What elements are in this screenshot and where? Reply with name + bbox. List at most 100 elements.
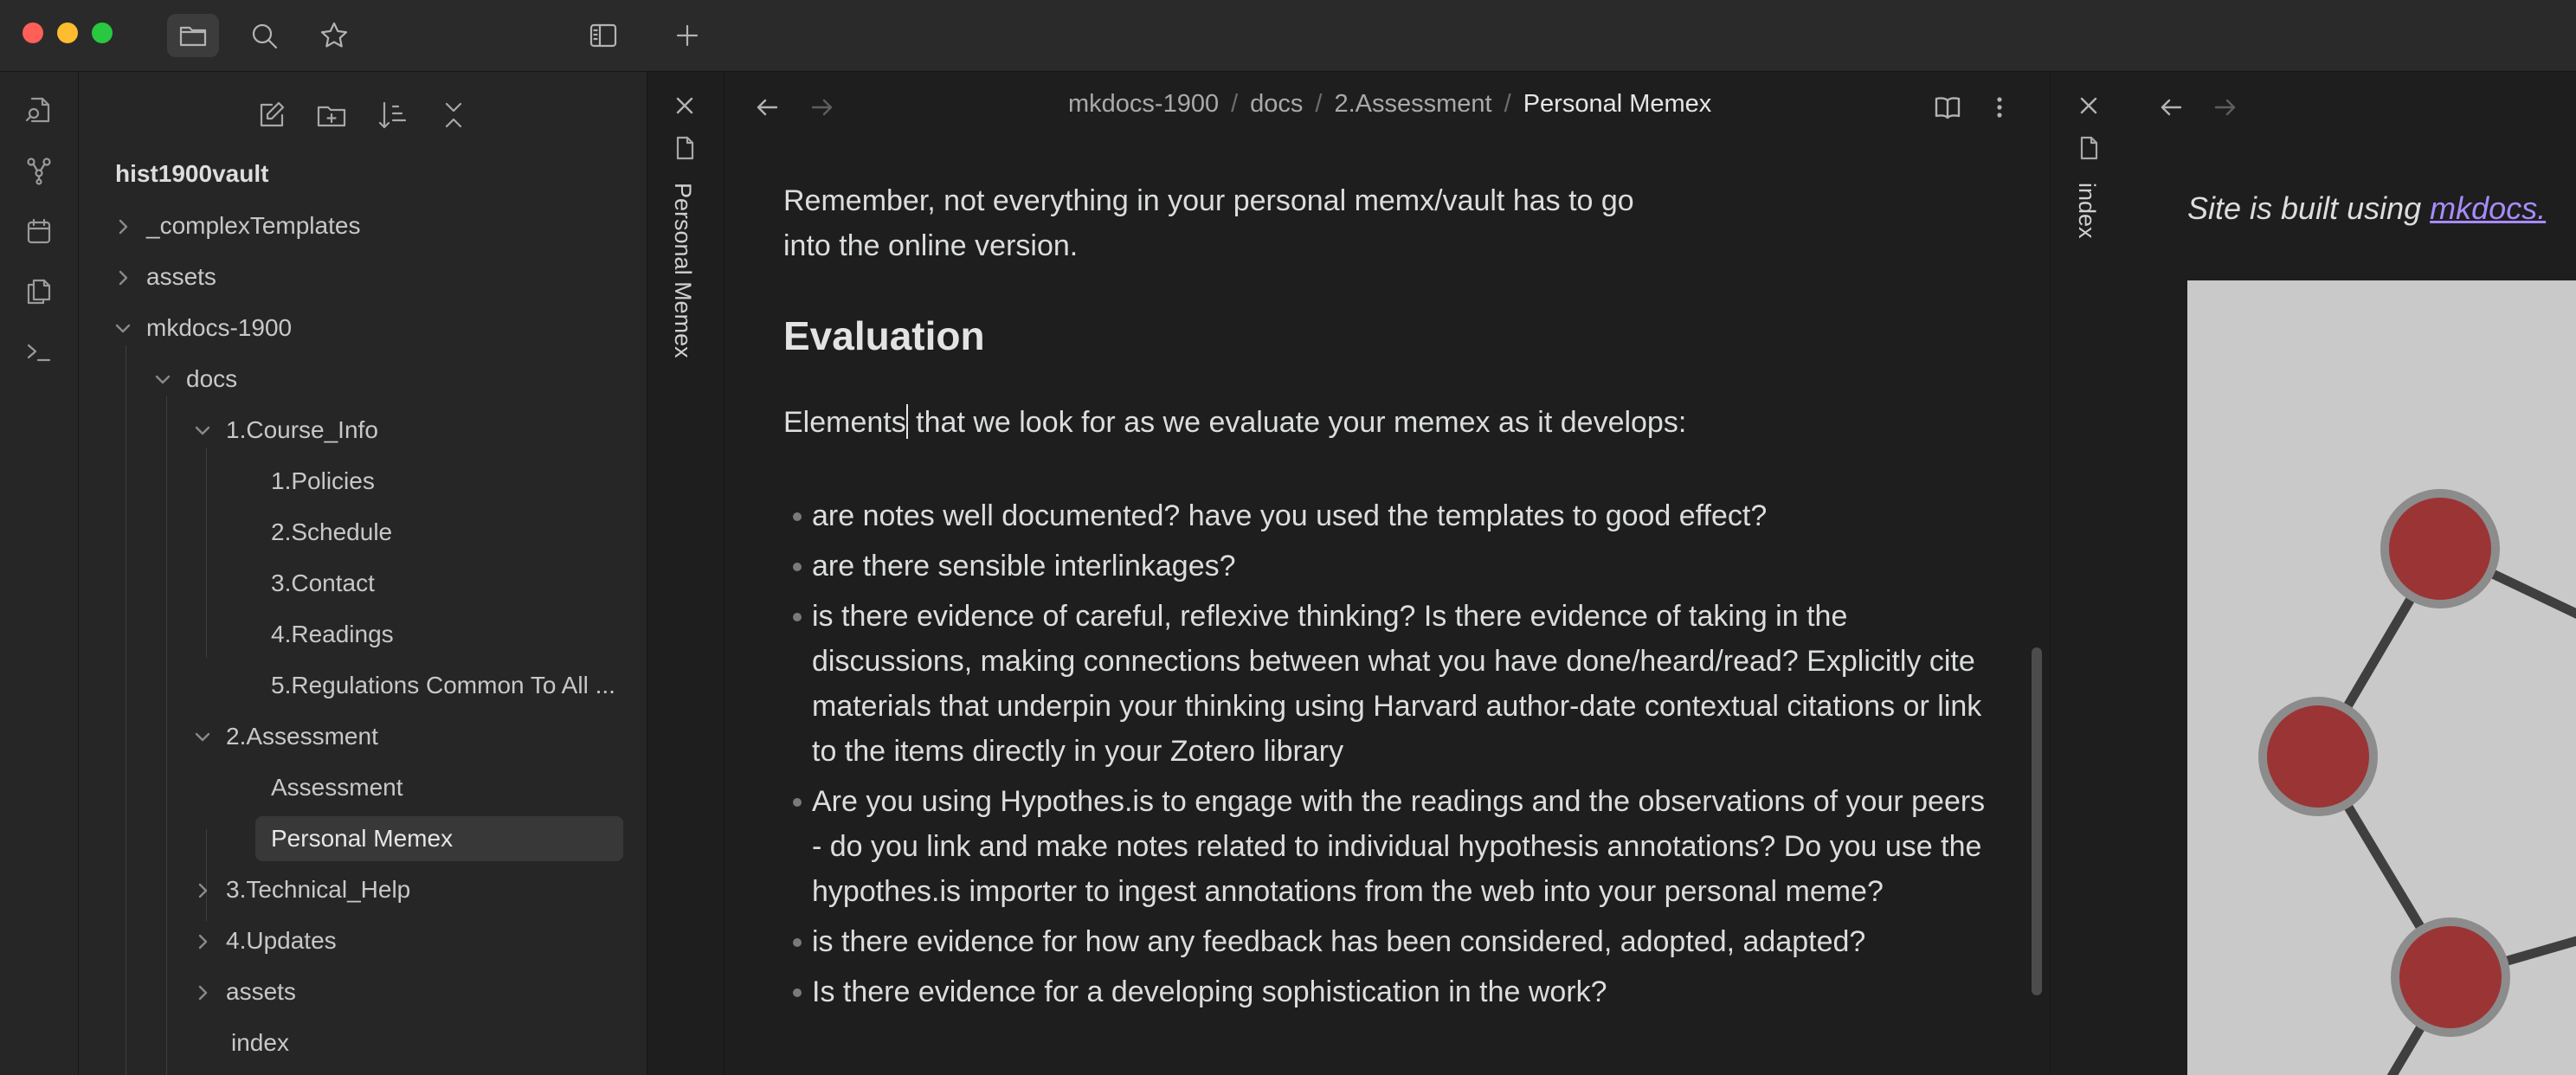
- sort-icon: [376, 99, 409, 132]
- tree-guide: [206, 447, 207, 658]
- graph-node: [2380, 489, 2500, 608]
- tree-folder[interactable]: mkdocs-1900: [113, 306, 292, 351]
- more-options-button[interactable]: [1985, 93, 2014, 122]
- tab-index[interactable]: index: [2074, 183, 2135, 269]
- built-with-text: Site is built using: [2187, 190, 2431, 226]
- list-item: is there evidence of careful, reflexive …: [783, 594, 1987, 774]
- note-editor[interactable]: Remember, not everything in your persona…: [783, 178, 1987, 1020]
- tab-personal-memex[interactable]: Personal Memex: [670, 183, 731, 468]
- lead-text: that we look for as we evaluate your mem…: [907, 406, 1687, 439]
- toggle-sidebar-button[interactable]: [577, 14, 629, 57]
- breadcrumb: mkdocs-1900 / docs / 2.Assessment / Personal M…: [1068, 90, 1711, 119]
- new-folder-button[interactable]: [307, 91, 356, 139]
- tree-item-label: Personal Memex: [271, 825, 454, 852]
- tree-item-label: 1.Policies: [271, 467, 375, 494]
- breadcrumb-part[interactable]: mkdocs-1900: [1068, 90, 1219, 118]
- chevron-down-icon: [113, 306, 146, 333]
- tree-file[interactable]: index: [231, 1020, 289, 1065]
- tree-folder[interactable]: docs: [153, 357, 237, 402]
- window-close-button[interactable]: [23, 23, 43, 43]
- tree-guide: [166, 396, 167, 1075]
- window-zoom-button[interactable]: [92, 23, 113, 43]
- chevron-right-icon: [193, 969, 226, 1001]
- tree-folder[interactable]: 1.Course_Info: [193, 408, 378, 453]
- chevron-down-icon: [153, 357, 186, 384]
- daily-note-button[interactable]: [15, 207, 63, 255]
- tree-item-label: 2.Assessment: [226, 723, 378, 750]
- forward-button[interactable]: [808, 93, 837, 122]
- new-note-button[interactable]: [247, 91, 295, 139]
- tree-file[interactable]: 1.Policies: [271, 459, 375, 504]
- tree-file[interactable]: Personal Memex: [255, 816, 623, 861]
- tree-item-label: assets: [226, 978, 296, 1005]
- calendar-icon: [24, 216, 54, 246]
- chevron-right-icon: [193, 867, 226, 898]
- breadcrumb-part[interactable]: docs: [1250, 90, 1303, 118]
- book-open-icon: [1933, 93, 1962, 122]
- close-tab-button[interactable]: [670, 91, 699, 120]
- chevron-right-icon: [113, 254, 146, 286]
- tree-file[interactable]: Assessment: [271, 765, 403, 810]
- breadcrumb-current[interactable]: Personal Memex: [1523, 90, 1712, 118]
- tree-folder[interactable]: 3.Technical_Help: [193, 867, 410, 912]
- sort-button[interactable]: [368, 91, 416, 139]
- back-button[interactable]: [752, 93, 782, 122]
- lead-text: Elements: [783, 406, 906, 439]
- right-pane-text: Site is built using mkdocs.: [2187, 190, 2546, 227]
- tree-file[interactable]: 3.Contact: [271, 561, 375, 606]
- back-button[interactable]: [2156, 93, 2186, 122]
- copy-icon: [24, 277, 54, 306]
- right-pane-header: [2127, 72, 2576, 143]
- file-explorer-sidebar: hist1900vault _complexTemplates assets mkd…: [79, 72, 647, 1075]
- file-icon: [2076, 135, 2102, 161]
- close-icon: [670, 91, 699, 120]
- tree-file[interactable]: 2.Schedule: [271, 510, 392, 555]
- tree-file[interactable]: 4.Readings: [271, 612, 394, 657]
- tree-folder[interactable]: 4.Updates: [193, 918, 337, 963]
- breadcrumb-separator: /: [1231, 90, 1239, 118]
- chevron-right-icon: [193, 918, 226, 949]
- chevron-down-icon: [193, 714, 226, 742]
- tree-folder[interactable]: 2.Assessment: [193, 714, 378, 759]
- close-icon: [2074, 91, 2103, 120]
- command-palette-button[interactable]: [15, 328, 63, 377]
- arrow-right-icon: [808, 93, 837, 122]
- close-tab-button[interactable]: [2074, 91, 2103, 120]
- reading-view-button[interactable]: [1933, 93, 1962, 122]
- intro-paragraph: Remember, not everything in your persona…: [783, 184, 1634, 262]
- templates-button[interactable]: [15, 267, 63, 316]
- new-folder-icon: [315, 99, 348, 132]
- collapse-all-button[interactable]: [429, 91, 478, 139]
- editor-scrollbar[interactable]: [2032, 647, 2042, 995]
- bookmarks-tab-button[interactable]: [308, 14, 360, 57]
- tree-folder[interactable]: assets: [113, 254, 216, 299]
- tree-folder[interactable]: assets: [193, 969, 296, 1014]
- folder-icon: [177, 20, 209, 51]
- window-minimize-button[interactable]: [57, 23, 78, 43]
- tree-file[interactable]: 5.Regulations Common To All ...: [271, 663, 615, 708]
- quick-switcher-button[interactable]: [15, 86, 63, 134]
- tree-folder[interactable]: _complexTemplates: [113, 203, 360, 248]
- search-icon: [248, 20, 280, 51]
- search-tab-button[interactable]: [238, 14, 290, 57]
- tree-item-label: 3.Technical_Help: [226, 876, 411, 903]
- sidebar-toggle-icon: [588, 20, 619, 51]
- section-heading: Evaluation: [783, 313, 985, 358]
- chevron-down-icon: [193, 408, 226, 435]
- tab-label: index: [2074, 183, 2100, 239]
- left-tab-strip: Personal Memex: [647, 72, 724, 1075]
- list-item: are there sensible interlinkages?: [783, 544, 1987, 589]
- right-tab-strip: index: [2050, 72, 2127, 1075]
- breadcrumb-part[interactable]: 2.Assessment: [1334, 90, 1491, 118]
- chevron-right-icon: [113, 203, 146, 235]
- lead-paragraph: Elements that we look for as we evaluate…: [783, 400, 1987, 445]
- list-item: are notes well documented? have you used…: [783, 493, 1987, 538]
- graph-view-button[interactable]: [15, 146, 63, 195]
- forward-button[interactable]: [2211, 93, 2240, 122]
- tree-item-label: Assessment: [271, 774, 403, 801]
- graph-nodes: [2258, 489, 2510, 1037]
- tree-item-label: docs: [186, 365, 238, 392]
- file-explorer-tab-button[interactable]: [167, 14, 219, 57]
- new-tab-button[interactable]: [661, 14, 713, 57]
- mkdocs-link[interactable]: mkdocs.: [2430, 190, 2546, 226]
